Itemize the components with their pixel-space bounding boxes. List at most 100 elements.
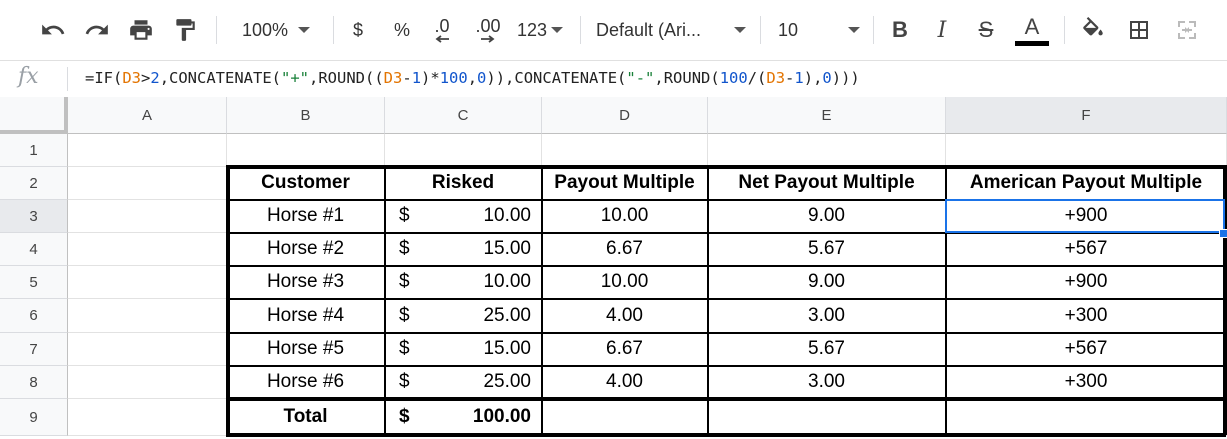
fill-handle[interactable] [1219, 229, 1227, 238]
cell[interactable] [708, 399, 946, 436]
cell[interactable] [946, 399, 1227, 436]
bold-button[interactable]: B [884, 0, 916, 60]
row-header-7[interactable]: 7 [0, 333, 68, 366]
payout-multiple-cell[interactable]: 4.00 [542, 299, 708, 333]
cell[interactable] [68, 366, 227, 399]
column-header-e[interactable]: E [708, 97, 946, 134]
table-header-cell[interactable]: Net Payout Multiple [708, 167, 946, 200]
cell[interactable] [68, 233, 227, 266]
table-header-cell[interactable]: Customer [227, 167, 385, 200]
cell[interactable] [68, 134, 227, 167]
table-header-cell[interactable]: Risked [385, 167, 542, 200]
row-header-1[interactable]: 1 [0, 134, 68, 167]
row-header-3[interactable]: 3 [0, 200, 68, 233]
american-payout-cell[interactable]: +300 [946, 366, 1227, 399]
payout-multiple-cell[interactable]: 4.00 [542, 366, 708, 399]
cell[interactable] [708, 134, 946, 167]
zoom-select[interactable]: 100% [228, 0, 324, 60]
cell[interactable] [946, 134, 1227, 167]
cell[interactable] [68, 167, 227, 200]
column-header-b[interactable]: B [227, 97, 385, 134]
row-header-2[interactable]: 2 [0, 167, 68, 200]
active-cell-selection [945, 199, 1225, 233]
risked-cell[interactable]: $25.00 [385, 299, 542, 333]
risked-cell[interactable]: $15.00 [385, 233, 542, 266]
increase-decimals-button[interactable]: .00 [468, 0, 508, 60]
cell[interactable] [68, 299, 227, 333]
row-header-9[interactable]: 9 [0, 399, 68, 436]
column-header-f[interactable]: F [946, 97, 1227, 134]
font-size-select[interactable]: 10 [778, 0, 860, 60]
column-header-a[interactable]: A [68, 97, 227, 134]
borders-button[interactable] [1122, 0, 1156, 60]
net-payout-multiple-cell[interactable]: 9.00 [708, 266, 946, 299]
risked-cell[interactable]: $15.00 [385, 333, 542, 366]
formula-token: 100 [719, 69, 748, 87]
currency-format-button[interactable]: $ [342, 0, 374, 60]
select-all-corner[interactable] [0, 97, 68, 134]
italic-button[interactable]: I [926, 0, 958, 60]
decrease-decimals-button[interactable]: .0 [424, 0, 460, 60]
risked-cell[interactable]: $10.00 [385, 200, 542, 233]
payout-multiple-cell[interactable]: 10.00 [542, 266, 708, 299]
net-payout-multiple-cell[interactable]: 3.00 [708, 366, 946, 399]
payout-multiple-cell[interactable]: 6.67 [542, 333, 708, 366]
total-label-cell[interactable]: Total [227, 399, 385, 436]
payout-multiple-cell[interactable]: 6.67 [542, 233, 708, 266]
total-value-cell[interactable]: $100.00 [385, 399, 542, 436]
net-payout-multiple-cell[interactable]: 9.00 [708, 200, 946, 233]
formula-token: ,ROUND( [654, 69, 720, 87]
arrow-right-icon [481, 35, 495, 43]
row-header-4[interactable]: 4 [0, 233, 68, 266]
customer-cell[interactable]: Horse #4 [227, 299, 385, 333]
american-payout-cell[interactable]: +567 [946, 233, 1227, 266]
font-family-select[interactable]: Default (Ari... [596, 0, 746, 60]
cell[interactable] [68, 399, 227, 436]
cell[interactable] [227, 134, 385, 167]
row-header-6[interactable]: 6 [0, 299, 68, 333]
table-header-cell[interactable]: American Payout Multiple [946, 167, 1227, 200]
strikethrough-button[interactable]: S [970, 0, 1002, 60]
net-payout-multiple-cell[interactable]: 5.67 [708, 233, 946, 266]
cell[interactable] [68, 200, 227, 233]
american-payout-cell[interactable]: +300 [946, 299, 1227, 333]
percent-format-button[interactable]: % [386, 0, 418, 60]
paint-bucket-icon [1083, 17, 1103, 36]
toolbar-divider [760, 16, 761, 44]
customer-cell[interactable]: Horse #6 [227, 366, 385, 399]
customer-cell[interactable]: Horse #5 [227, 333, 385, 366]
column-header-c[interactable]: C [385, 97, 542, 134]
risked-cell[interactable]: $25.00 [385, 366, 542, 399]
cell[interactable] [385, 134, 542, 167]
american-payout-cell[interactable]: +567 [946, 333, 1227, 366]
undo-button[interactable] [36, 0, 70, 60]
currency-symbol: $ [399, 271, 410, 292]
amount-value: 25.00 [483, 371, 531, 392]
row-header-8[interactable]: 8 [0, 366, 68, 399]
american-payout-cell[interactable]: +900 [946, 266, 1227, 299]
net-payout-multiple-cell[interactable]: 5.67 [708, 333, 946, 366]
cell[interactable] [68, 266, 227, 299]
chevron-down-icon [298, 27, 311, 33]
customer-cell[interactable]: Horse #2 [227, 233, 385, 266]
customer-cell[interactable]: Horse #3 [227, 266, 385, 299]
formula-token: 1 [794, 69, 804, 87]
cell[interactable] [68, 333, 227, 366]
row-header-5[interactable]: 5 [0, 266, 68, 299]
net-payout-multiple-cell[interactable]: 3.00 [708, 299, 946, 333]
formula-input[interactable]: =IF(D3>2,CONCATENATE("+",ROUND((D3-1)*10… [85, 69, 860, 87]
customer-cell[interactable]: Horse #1 [227, 200, 385, 233]
paint-format-button[interactable] [168, 0, 202, 60]
payout-multiple-cell[interactable]: 10.00 [542, 200, 708, 233]
risked-cell[interactable]: $10.00 [385, 266, 542, 299]
merge-cells-button[interactable] [1170, 0, 1204, 60]
cell[interactable] [542, 399, 708, 436]
redo-button[interactable] [80, 0, 114, 60]
more-formats-button[interactable]: 123 [512, 0, 568, 60]
cell[interactable] [542, 134, 708, 167]
print-button[interactable] [124, 0, 158, 60]
text-color-button[interactable]: A [1012, 0, 1052, 60]
column-header-d[interactable]: D [542, 97, 708, 134]
table-header-cell[interactable]: Payout Multiple [542, 167, 708, 200]
fill-color-button[interactable] [1076, 0, 1110, 60]
